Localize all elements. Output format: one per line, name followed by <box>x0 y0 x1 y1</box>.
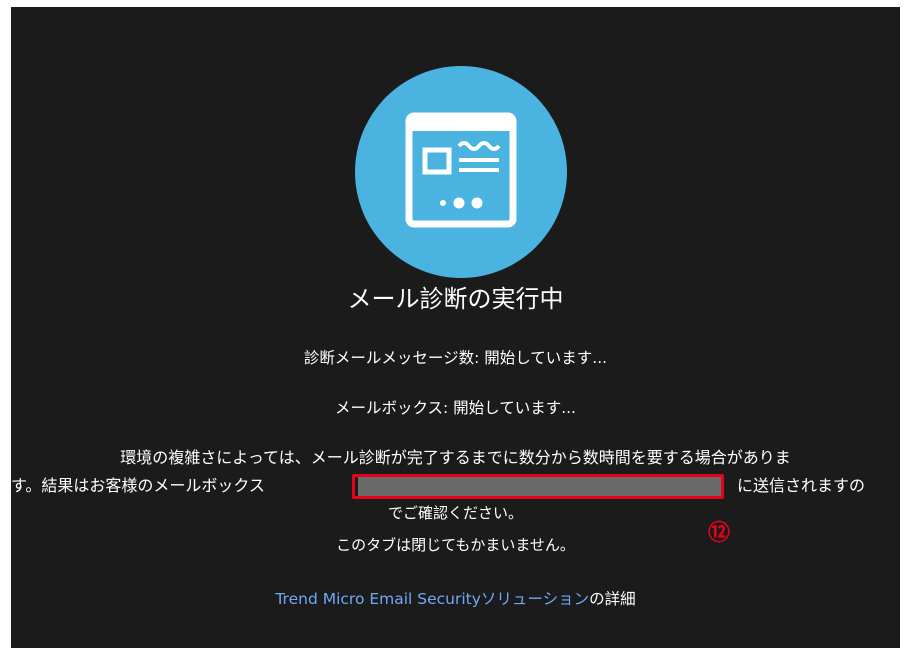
link-suffix-text: の詳細 <box>589 590 636 608</box>
notice-text-after-email: に送信されますの <box>737 476 866 495</box>
notice-line: 環境の複雑さによっては、メール診断が完了するまでに数分から数時間を要する場合があ… <box>120 448 791 467</box>
status-message-count: 診断メールメッセージ数: 開始しています... <box>303 349 608 367</box>
page-title: メール診断の実行中 <box>347 285 564 313</box>
diagnosis-panel: メール診断の実行中 診断メールメッセージ数: 開始しています... メールボック… <box>11 7 900 648</box>
notice-line: でご確認ください。 <box>387 504 523 522</box>
email-window-icon <box>355 66 567 278</box>
notice-text-before-email: す。結果はお客様のメールボックス <box>11 476 265 495</box>
status-mailbox: メールボックス: 開始しています... <box>334 399 576 417</box>
notice-line: このタブは閉じてもかまいません。 <box>336 536 575 554</box>
product-link[interactable]: Trend Micro Email Securityソリューション <box>275 590 589 608</box>
annotation-number-marker: ⑫ <box>707 521 730 546</box>
annotation-highlight-box <box>352 474 724 499</box>
learn-more-line: Trend Micro Email Securityソリューションの詳細 <box>11 587 900 611</box>
